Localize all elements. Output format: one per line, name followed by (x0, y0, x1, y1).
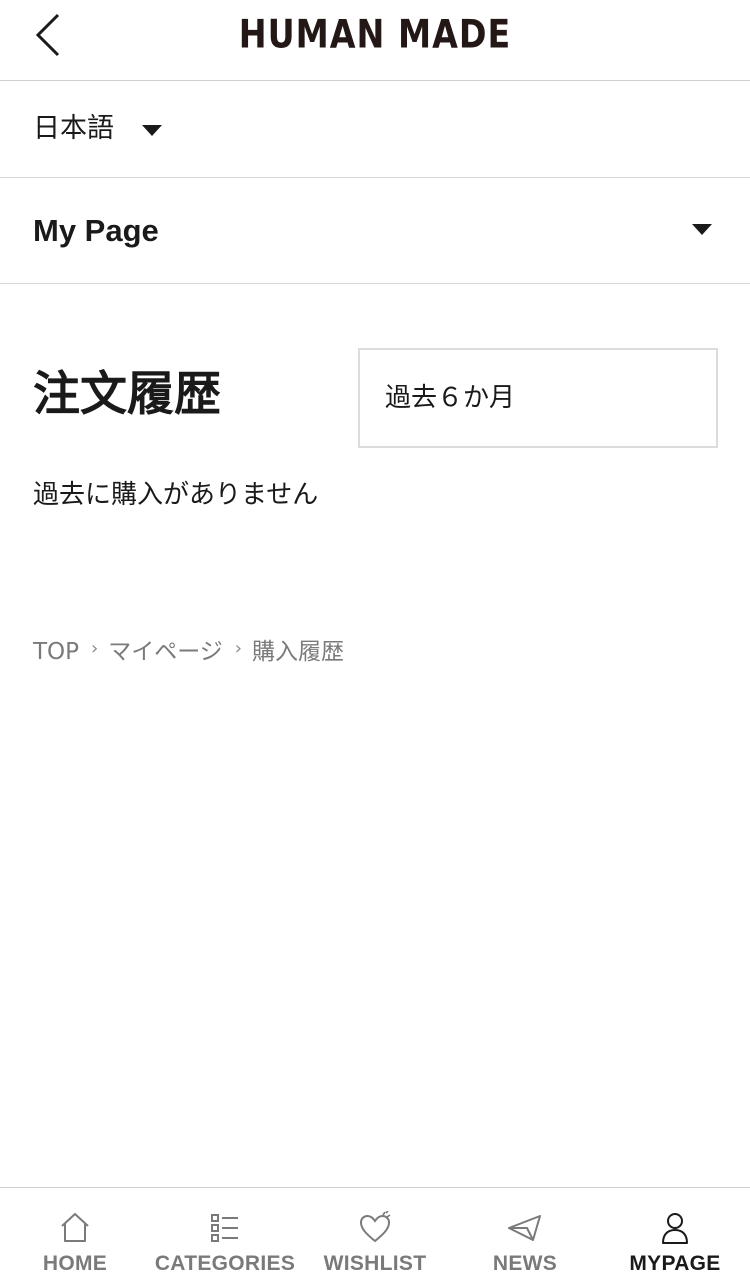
caret-down-icon (142, 125, 162, 136)
breadcrumb-top[interactable]: TOP (33, 636, 79, 668)
tab-label: NEWS (492, 1252, 558, 1275)
tab-label: CATEGORIES (154, 1252, 296, 1275)
tab-label: MYPAGE (629, 1252, 721, 1275)
tab-news[interactable]: NEWS (450, 1188, 600, 1286)
period-select[interactable]: 過去６か月 (358, 348, 718, 448)
bottom-tab-bar: HOME CATEGORIES WISHLIST NEWS MYPAGE (0, 1187, 750, 1286)
period-select-value: 過去６か月 (385, 383, 516, 413)
breadcrumb-mypage[interactable]: マイページ (108, 636, 223, 668)
tab-home[interactable]: HOME (0, 1188, 150, 1286)
page-title: 注文履歴 (33, 367, 221, 422)
heart-icon (357, 1210, 393, 1246)
breadcrumb-separator: › (91, 638, 99, 659)
tab-wishlist[interactable]: WISHLIST (300, 1188, 450, 1286)
app-header: HUMAN MADE (0, 0, 750, 81)
language-selector[interactable]: 日本語 (0, 81, 750, 178)
brand-logo[interactable]: HUMAN MADE (0, 12, 750, 57)
tab-label: WISHLIST (323, 1252, 427, 1275)
mypage-menu-dropdown[interactable]: My Page (0, 178, 750, 284)
caret-down-icon (692, 224, 712, 235)
paper-plane-icon (507, 1210, 543, 1246)
empty-orders-message: 過去に購入がありません (33, 480, 319, 510)
tab-categories[interactable]: CATEGORIES (150, 1188, 300, 1286)
breadcrumb: TOP › マイページ › 購入履歴 (33, 636, 344, 668)
language-label: 日本語 (33, 113, 114, 144)
breadcrumb-separator: › (234, 638, 242, 659)
tab-mypage[interactable]: MYPAGE (600, 1188, 750, 1286)
breadcrumb-current: 購入履歴 (251, 639, 344, 665)
home-icon (57, 1210, 93, 1246)
user-icon (657, 1210, 693, 1246)
mypage-menu-label: My Page (33, 213, 159, 248)
tab-label: HOME (42, 1252, 108, 1275)
list-icon (207, 1210, 243, 1246)
